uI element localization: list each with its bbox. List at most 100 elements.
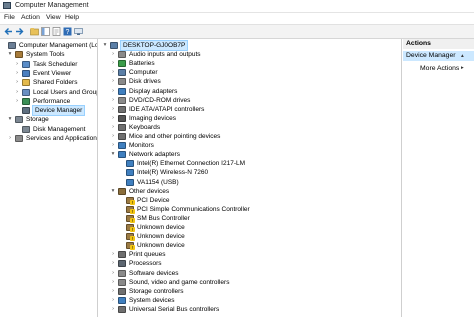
collapse-arrow-icon[interactable]: ▾ (110, 187, 116, 196)
device-tree-item-pci-device-17[interactable]: ! PCI Device (100, 196, 400, 205)
expand-arrow-icon[interactable]: › (110, 296, 116, 305)
device-tree-item-universal-serial-bus-controllers-29[interactable]: › Universal Serial Bus controllers (100, 305, 400, 314)
console-tree-item-task-scheduler-2[interactable]: › Task Scheduler (0, 60, 96, 69)
expand-arrow-icon[interactable]: › (14, 88, 20, 97)
device-tree-item-audio-inputs-and-outputs-1[interactable]: › Audio inputs and outputs (100, 50, 400, 59)
device-tree-item-disk-drives-4[interactable]: › Disk drives (100, 77, 400, 86)
more-actions-link[interactable]: More Actions (420, 65, 459, 72)
up-folder-icon[interactable] (30, 27, 39, 36)
console-tree-item-system-tools-1[interactable]: ▾ System Tools (0, 50, 96, 59)
expand-arrow-icon[interactable]: › (110, 250, 116, 259)
expand-arrow-icon[interactable]: › (110, 68, 116, 77)
properties-icon[interactable] (52, 27, 61, 36)
expand-arrow-icon[interactable]: › (14, 60, 20, 69)
device-tree-item-sound-video-and-game-controllers-26[interactable]: › Sound, video and game controllers (100, 278, 400, 287)
scan-hardware-icon[interactable] (74, 27, 83, 36)
device-tree-item-unknown-device-22[interactable]: ! Unknown device (100, 241, 400, 251)
expand-arrow-icon[interactable]: › (7, 134, 13, 143)
expand-arrow-icon[interactable]: › (110, 50, 116, 59)
expand-arrow-icon[interactable]: › (110, 305, 116, 314)
device-tree-item-label: Audio inputs and outputs (129, 51, 201, 59)
device-tree-item-imaging-devices-8[interactable]: › Imaging devices (100, 114, 400, 123)
expand-arrow-icon[interactable]: › (110, 114, 116, 123)
device-tree-item-print-queues-23[interactable]: › Print queues (100, 250, 400, 259)
device-tree-item-keyboards-9[interactable]: › Keyboards (100, 123, 400, 132)
expand-arrow-icon[interactable]: › (110, 123, 116, 132)
collapse-up-icon[interactable]: ▴ (461, 51, 464, 61)
expand-arrow-icon[interactable]: › (110, 87, 116, 96)
console-tree-item-label: System Tools (26, 51, 65, 59)
help-icon[interactable]: ? (63, 27, 72, 36)
device-tree-item-label: SM Bus Controller (137, 214, 190, 222)
expand-arrow-icon[interactable]: › (110, 105, 116, 114)
device-tree-item-intel-r-ethernet-connection-i217-lm-13[interactable]: Intel(R) Ethernet Connection I217-LM (100, 159, 400, 168)
expand-arrow-icon[interactable]: › (110, 259, 116, 268)
device-tree-item-unknown-device-21[interactable]: ! Unknown device (100, 232, 400, 242)
device-tree-item-computer-3[interactable]: › Computer (100, 68, 400, 77)
console-tree-item-shared-folders-4[interactable]: › Shared Folders (0, 78, 96, 87)
console-tree-item-label: Services and Applications (26, 135, 98, 142)
device-tree-item-label: Intel(R) Wireless-N 7260 (137, 169, 209, 177)
expand-arrow-icon[interactable]: › (110, 59, 116, 68)
device-tree-item-system-devices-28[interactable]: › System devices (100, 296, 400, 305)
disk-drive-icon (118, 78, 126, 86)
back-arrow-icon[interactable] (4, 27, 13, 36)
console-tree-item-performance-6[interactable]: › Performance (0, 97, 96, 106)
console-tree-item-computer-management-local-0[interactable]: Computer Management (Local (0, 41, 97, 50)
network-adapter-icon (118, 151, 126, 159)
expand-arrow-icon[interactable]: › (110, 278, 116, 287)
device-tree-item-dvd-cd-rom-drives-6[interactable]: › DVD/CD-ROM drives (100, 96, 400, 105)
submenu-arrow-icon[interactable]: ▸ (461, 65, 464, 71)
forward-arrow-icon[interactable] (15, 27, 24, 36)
expand-arrow-icon[interactable]: › (110, 77, 116, 86)
device-tree-item-storage-controllers-27[interactable]: › Storage controllers (100, 287, 400, 296)
expand-arrow-icon[interactable]: › (14, 69, 20, 78)
device-tree-item-processors-24[interactable]: › Processors (100, 259, 400, 268)
expand-arrow-icon[interactable]: › (110, 269, 116, 278)
console-tree-item-label: Task Scheduler (33, 60, 78, 68)
expand-arrow-icon[interactable]: › (110, 132, 116, 141)
console-tree-item-disk-management-9[interactable]: Disk Management (0, 125, 96, 134)
device-tree-item-other-devices-16[interactable]: ▾ Other devices (100, 187, 400, 196)
device-tree-item-sm-bus-controller-19[interactable]: ! SM Bus Controller (100, 214, 400, 223)
console-tree-item-label: Device Manager (31, 105, 86, 117)
console-tree-item-device-manager-7[interactable]: Device Manager (0, 105, 96, 117)
console-tree-item-services-and-applications-10[interactable]: › Services and Applications (0, 134, 98, 143)
device-tree-item-label: Universal Serial Bus controllers (129, 305, 220, 313)
device-tree-item-mice-and-other-pointing-devices-10[interactable]: › Mice and other pointing devices (100, 132, 400, 141)
device-tree-item-unknown-device-20[interactable]: ! Unknown device (100, 223, 400, 232)
menu-help[interactable]: Help (65, 14, 79, 21)
menu-file[interactable]: File (4, 14, 15, 21)
console-tree-item-label: Disk Management (33, 125, 86, 133)
computer-icon (110, 42, 118, 49)
device-tree-item-network-adapters-12[interactable]: ▾ Network adapters (100, 150, 400, 159)
console-tree-item-local-users-and-groups-5[interactable]: › Local Users and Groups (0, 88, 97, 97)
menu-view[interactable]: View (46, 14, 61, 21)
device-tree-item-intel-r-wireless-n-7260-14[interactable]: Intel(R) Wireless-N 7260 (100, 168, 400, 177)
collapse-arrow-icon[interactable]: ▾ (7, 115, 13, 124)
collapse-arrow-icon[interactable]: ▾ (110, 150, 116, 159)
console-tree-item-storage-8[interactable]: ▾ Storage (0, 115, 96, 124)
device-tree-item-display-adapters-5[interactable]: › Display adapters (100, 87, 400, 96)
device-tree-item-ide-ata-atapi-controllers-7[interactable]: › IDE ATA/ATAPI controllers (100, 105, 400, 114)
collapse-arrow-icon[interactable]: ▾ (102, 41, 108, 50)
device-tree-item-batteries-2[interactable]: › Batteries (100, 59, 400, 68)
menu-action[interactable]: Action (21, 14, 40, 21)
expand-arrow-icon[interactable]: › (14, 78, 20, 87)
device-tree-item-software-devices-25[interactable]: › Software devices (100, 269, 400, 278)
expand-arrow-icon[interactable]: › (14, 97, 20, 106)
console-tree-item-label: Performance (33, 97, 71, 105)
expand-arrow-icon[interactable]: › (110, 141, 116, 150)
device-tree-item-monitors-11[interactable]: › Monitors (100, 141, 400, 150)
device-tree-item-desktop-gj0ob7p-0[interactable]: ▾ DESKTOP-GJ0OB7P (100, 40, 400, 51)
warning-device-icon: ! (126, 214, 135, 223)
device-tree-item-va1154-usb-15[interactable]: VA1154 (USB) (100, 178, 400, 187)
warning-device-icon: ! (126, 196, 135, 205)
collapse-arrow-icon[interactable]: ▾ (7, 50, 13, 59)
expand-arrow-icon[interactable]: › (110, 287, 116, 296)
device-tree-item-pci-simple-communications-controller-18[interactable]: ! PCI Simple Communications Controller (100, 205, 400, 214)
console-tree-item-event-viewer-3[interactable]: › Event Viewer (0, 69, 96, 78)
device-tree-item-label: Keyboards (129, 123, 161, 131)
expand-arrow-icon[interactable]: › (110, 96, 116, 105)
console-tree-icon[interactable] (41, 27, 50, 36)
